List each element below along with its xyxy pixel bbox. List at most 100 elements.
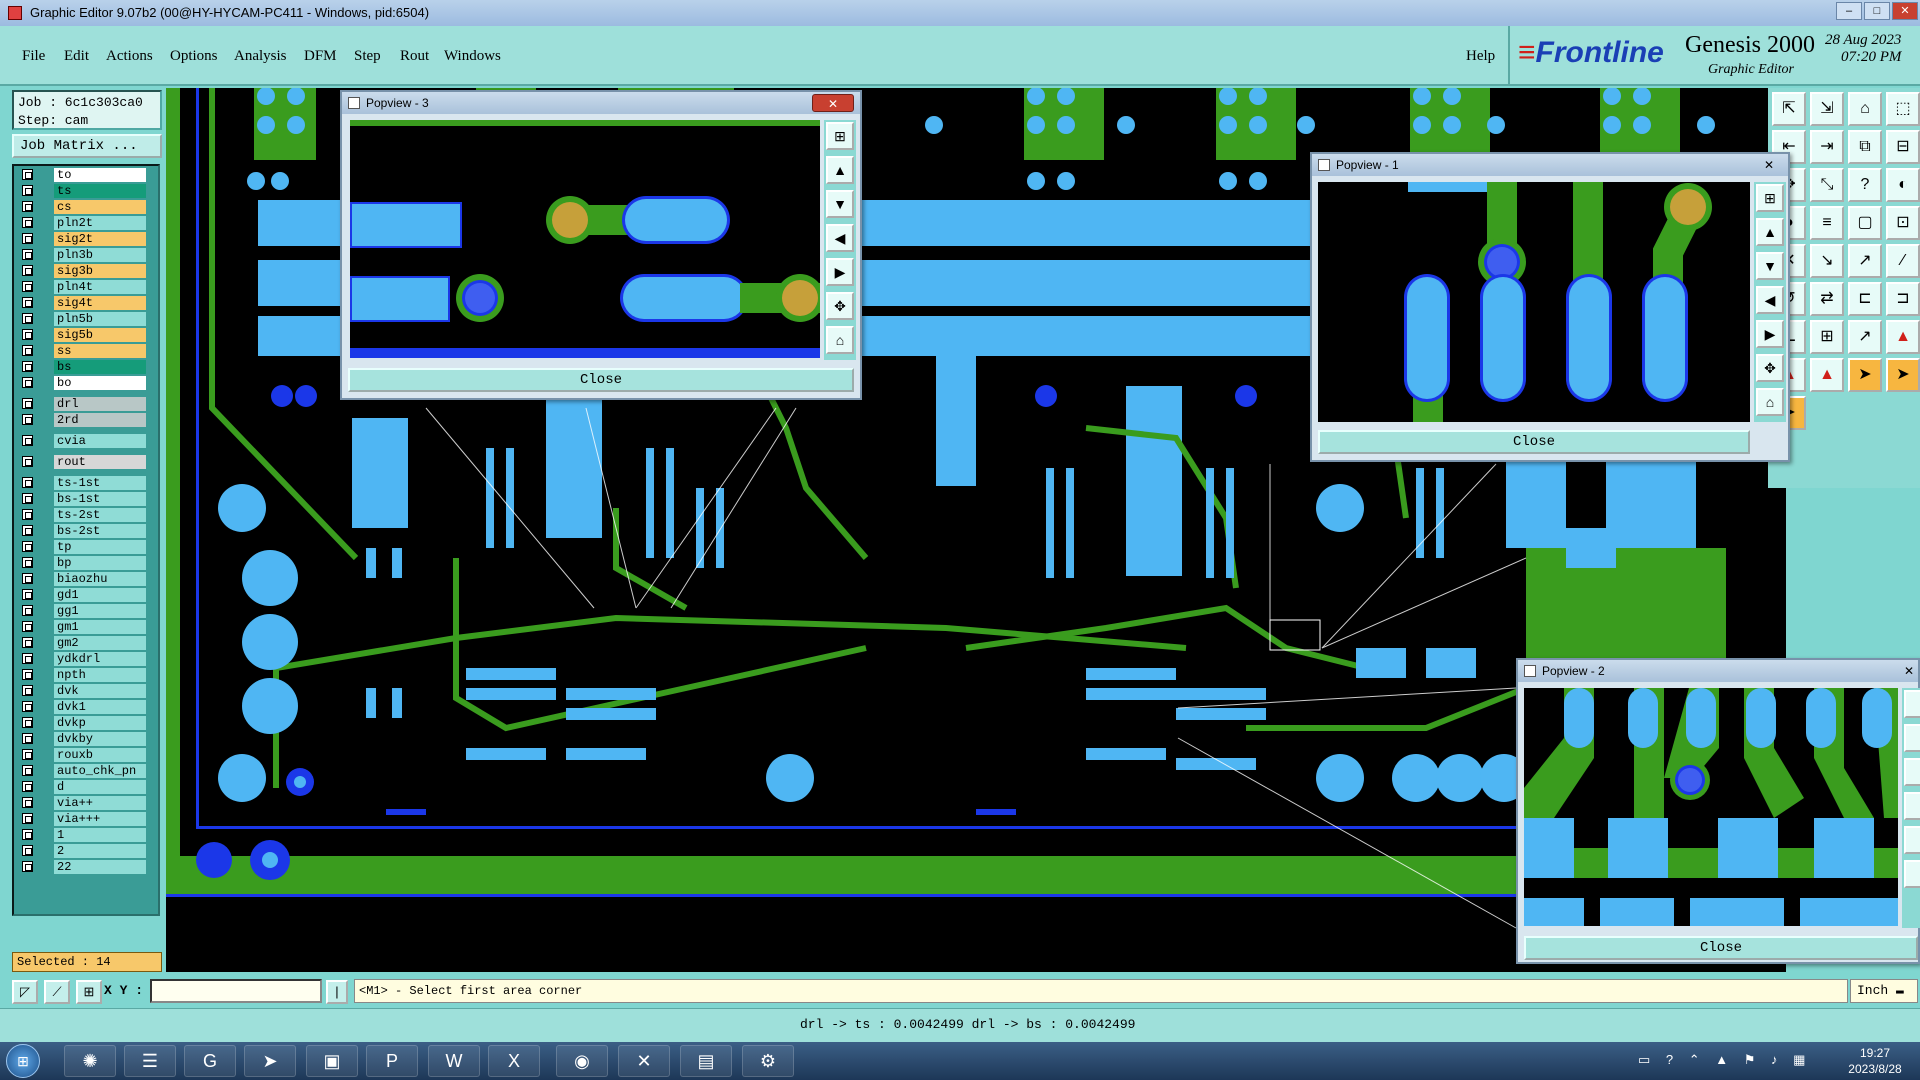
layer-row[interactable]: pln2t xyxy=(16,216,146,230)
tool-triangle-a-button[interactable]: ▲ xyxy=(1886,320,1920,354)
tool-zoom-out-button[interactable]: ⇲ xyxy=(1810,92,1844,126)
layer-checkbox[interactable] xyxy=(22,605,33,616)
taskbar-save-app-icon[interactable]: ▣ xyxy=(306,1045,358,1077)
layer-checkbox[interactable] xyxy=(22,509,33,520)
layer-checkbox[interactable] xyxy=(22,589,33,600)
popview-home-button[interactable]: ⌂ xyxy=(826,326,854,354)
layer-checkbox[interactable] xyxy=(22,685,33,696)
popview-pan-right-button[interactable]: ▶ xyxy=(826,258,854,286)
layer-row[interactable]: sig2t xyxy=(16,232,146,246)
tool-help-button[interactable]: ? xyxy=(1848,168,1882,202)
menu-step[interactable]: Step xyxy=(354,48,381,65)
tool-zoom-in-button[interactable]: ⇱ xyxy=(1772,92,1806,126)
layer-row[interactable]: ts xyxy=(16,184,146,198)
layer-name[interactable]: bs-1st xyxy=(54,492,146,506)
tool-select-button[interactable]: ⊡ xyxy=(1886,206,1920,240)
layer-row[interactable]: bs-1st xyxy=(16,492,146,506)
tool-lines-button[interactable]: ≡ xyxy=(1810,206,1844,240)
xy-confirm-button[interactable]: | xyxy=(326,980,348,1004)
layer-list[interactable]: to ts cs pln2t sig2t pln3b sig3b pln4t sig4t pln5… xyxy=(12,164,160,916)
measure-tool-button[interactable]: ⟋ xyxy=(44,980,70,1004)
layer-checkbox[interactable] xyxy=(22,669,33,680)
layer-name[interactable]: rout xyxy=(54,455,146,469)
layer-name[interactable]: pln2t xyxy=(54,216,146,230)
layer-row[interactable]: rouxb xyxy=(16,748,146,762)
layer-name[interactable]: bo xyxy=(54,376,146,390)
popview-pan-down-button[interactable]: ▼ xyxy=(826,190,854,218)
tool-home-button[interactable]: ⌂ xyxy=(1848,92,1882,126)
popview-pan-left-button[interactable] xyxy=(1904,792,1920,820)
grid-tool-button[interactable]: ⊞ xyxy=(76,980,102,1004)
layer-name[interactable]: sig2t xyxy=(54,232,146,246)
layer-row[interactable]: to xyxy=(16,168,146,182)
layer-checkbox[interactable] xyxy=(22,435,33,446)
popview-pan-up-button[interactable]: ▲ xyxy=(1756,218,1784,246)
layer-checkbox[interactable] xyxy=(22,541,33,552)
layer-checkbox[interactable] xyxy=(22,637,33,648)
layer-name[interactable]: biaozhu xyxy=(54,572,146,586)
layer-name[interactable]: cs xyxy=(54,200,146,214)
tool-swap-button[interactable]: ⇄ xyxy=(1810,282,1844,316)
popview-pan-down-button[interactable] xyxy=(1904,758,1920,786)
layer-checkbox[interactable] xyxy=(22,313,33,324)
tool-fit-button[interactable]: ⤡ xyxy=(1810,168,1844,202)
layer-checkbox[interactable] xyxy=(22,829,33,840)
xy-input[interactable] xyxy=(150,979,322,1003)
layer-row[interactable]: 2 xyxy=(16,844,146,858)
taskbar-network-app-icon[interactable]: ⚙ xyxy=(742,1045,794,1077)
layer-checkbox[interactable] xyxy=(22,493,33,504)
layer-row[interactable]: pln4t xyxy=(16,280,146,294)
layer-row[interactable]: d xyxy=(16,780,146,794)
tool-grid-button[interactable]: ⊞ xyxy=(1810,320,1844,354)
layer-checkbox[interactable] xyxy=(22,281,33,292)
popview-2-close-button[interactable]: Close xyxy=(1524,936,1918,960)
layer-name[interactable]: rouxb xyxy=(54,748,146,762)
layer-row[interactable]: cs xyxy=(16,200,146,214)
layer-name[interactable]: dvk xyxy=(54,684,146,698)
system-tray[interactable]: ▭ ? ⌃ ▲ ⚑ ♪ ▦ xyxy=(1638,1052,1811,1068)
popview-pan-left-button[interactable]: ◀ xyxy=(1756,286,1784,314)
layer-checkbox[interactable] xyxy=(22,297,33,308)
popview-pan-down-button[interactable]: ▼ xyxy=(1756,252,1784,280)
layer-row[interactable]: ydkdrl xyxy=(16,652,146,666)
taskbar-word-icon[interactable]: W xyxy=(428,1045,480,1077)
layer-name[interactable]: 2 xyxy=(54,844,146,858)
layer-checkbox[interactable] xyxy=(22,717,33,728)
layer-row[interactable]: biaozhu xyxy=(16,572,146,586)
tool-window-button[interactable]: ⬚ xyxy=(1886,92,1920,126)
layer-row[interactable]: tp xyxy=(16,540,146,554)
taskbar-notepad-icon[interactable]: ☰ xyxy=(124,1045,176,1077)
layer-checkbox[interactable] xyxy=(22,525,33,536)
layer-checkbox[interactable] xyxy=(22,845,33,856)
layer-row[interactable]: via++ xyxy=(16,796,146,810)
layer-checkbox[interactable] xyxy=(22,765,33,776)
layer-checkbox[interactable] xyxy=(22,345,33,356)
tool-pad-button[interactable]: ↗ xyxy=(1848,320,1882,354)
popview-pan-right-button[interactable]: ▶ xyxy=(1756,320,1784,348)
layer-row[interactable]: sig4t xyxy=(16,296,146,310)
popview-pan-left-button[interactable]: ◀ xyxy=(826,224,854,252)
menu-dfm[interactable]: DFM xyxy=(304,48,337,65)
layer-row[interactable]: gm1 xyxy=(16,620,146,634)
layer-row[interactable]: bs xyxy=(16,360,146,374)
layer-checkbox[interactable] xyxy=(22,477,33,488)
layer-checkbox[interactable] xyxy=(22,557,33,568)
layer-checkbox[interactable] xyxy=(22,233,33,244)
start-button[interactable]: ⊞ xyxy=(6,1044,40,1078)
taskbar-eye-app-icon[interactable]: ◉ xyxy=(556,1045,608,1077)
layer-row[interactable]: auto_chk_pn xyxy=(16,764,146,778)
layer-name[interactable]: cvia xyxy=(54,434,146,448)
layer-name[interactable]: gg1 xyxy=(54,604,146,618)
taskbar-shell-icon[interactable]: ✺ xyxy=(64,1045,116,1077)
layer-row[interactable]: dvkby xyxy=(16,732,146,746)
layer-name[interactable]: 1 xyxy=(54,828,146,842)
layer-row[interactable]: 22 xyxy=(16,860,146,874)
tool-group-button[interactable]: ⊏ xyxy=(1848,282,1882,316)
layer-checkbox[interactable] xyxy=(22,249,33,260)
menu-analysis[interactable]: Analysis xyxy=(234,48,287,65)
tool-cursor-b-button[interactable]: ➤ xyxy=(1886,358,1920,392)
layer-checkbox[interactable] xyxy=(22,781,33,792)
layer-name[interactable]: gd1 xyxy=(54,588,146,602)
layer-name[interactable]: gm1 xyxy=(54,620,146,634)
layer-name[interactable]: ts-1st xyxy=(54,476,146,490)
